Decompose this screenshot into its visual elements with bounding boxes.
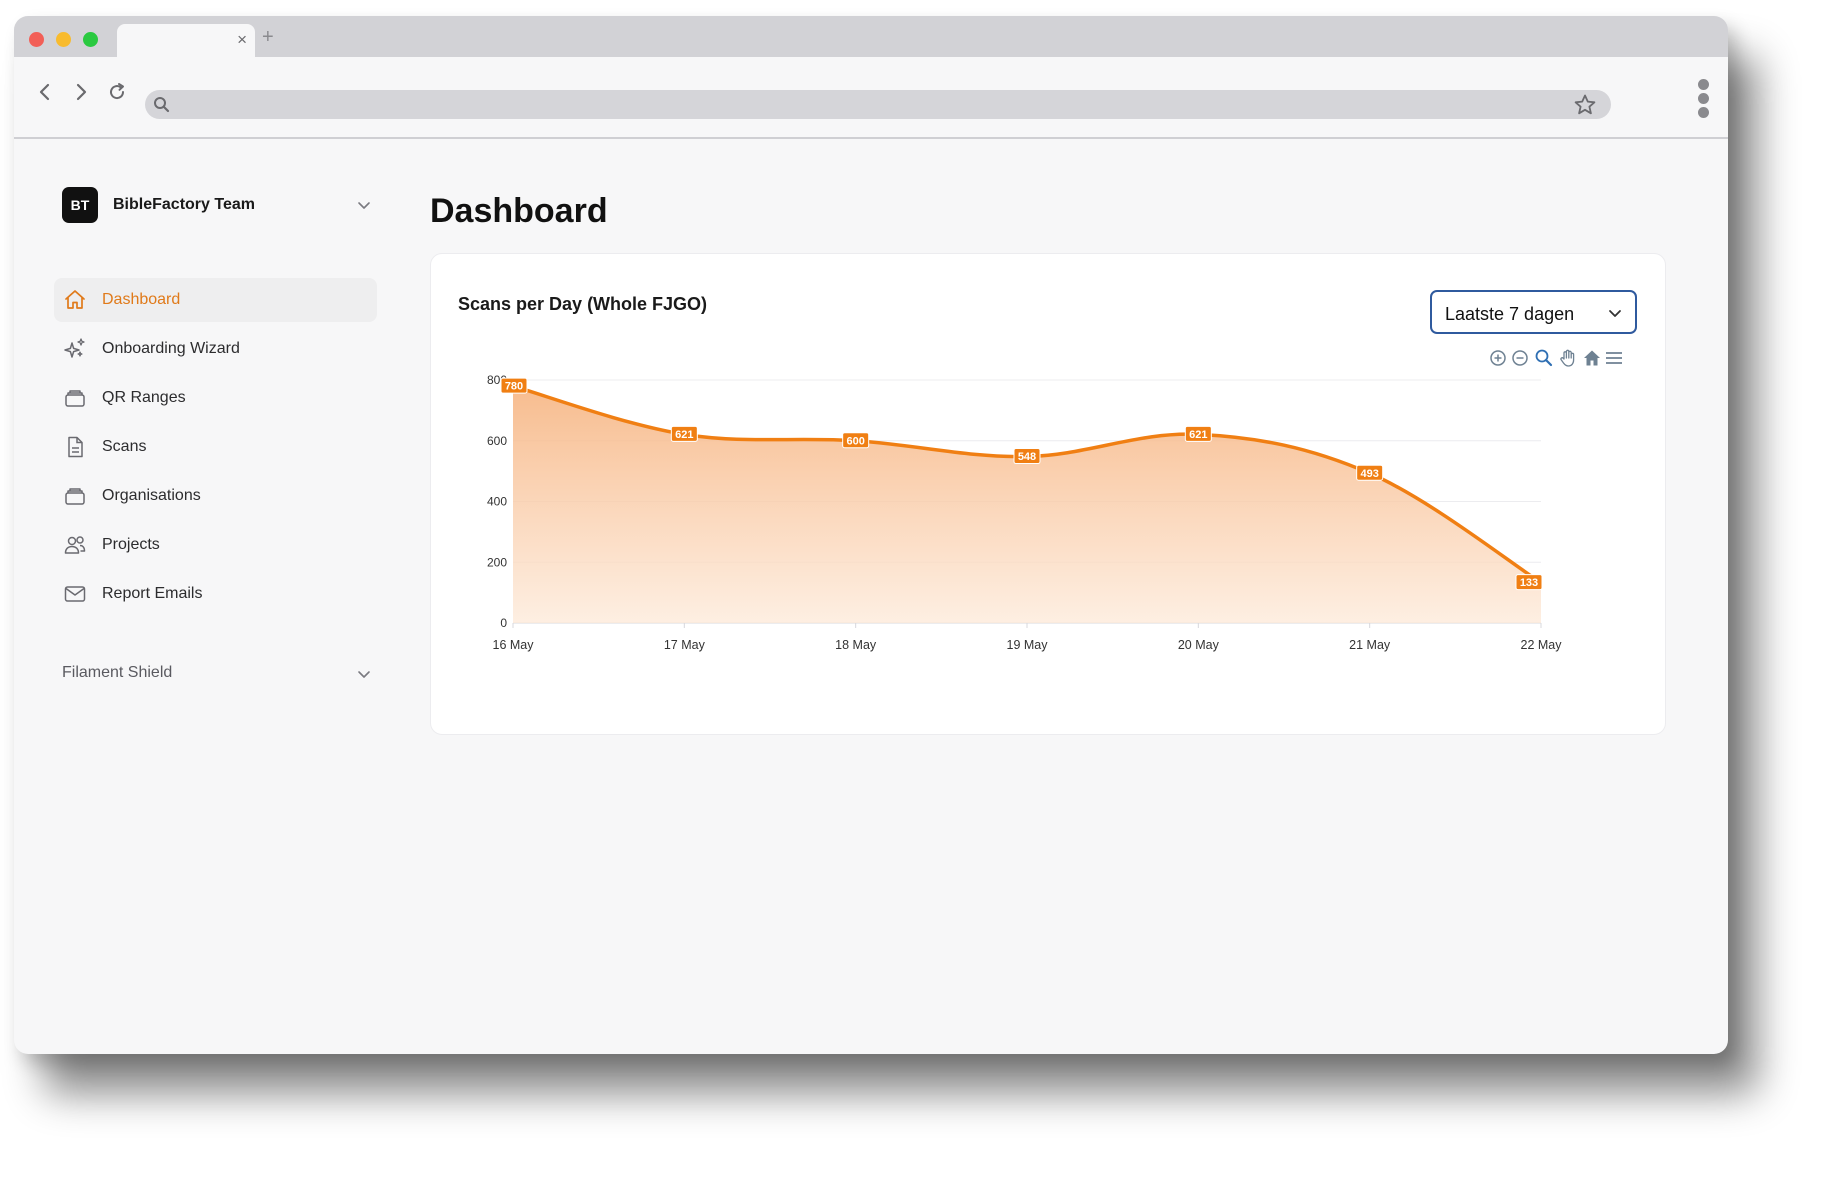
new-tab-button[interactable]: + [262,26,274,49]
data-label-text: 133 [1520,577,1538,589]
sidebar-group-label: Filament Shield [62,664,173,681]
data-label-text: 780 [505,381,523,393]
address-bar[interactable] [145,90,1611,119]
close-window-button[interactable] [29,32,44,47]
chevron-down-icon[interactable] [356,197,372,213]
sidebar-item-label: QR Ranges [102,389,186,406]
browser-window: × + BT BibleFactory Team Dashboard Onboa… [14,16,1728,1054]
x-tick-label: 18 May [835,638,877,652]
y-tick-label: 200 [487,555,507,569]
sidebar-item-label: Organisations [102,487,201,504]
x-tick-label: 19 May [1007,638,1049,652]
minimize-window-button[interactable] [56,32,71,47]
data-label-text: 548 [1018,451,1036,463]
team-avatar: BT [62,187,98,223]
sidebar-item-projects[interactable]: Projects [54,523,377,567]
x-tick-label: 17 May [664,638,706,652]
sidebar-item-qr-ranges[interactable]: QR Ranges [54,376,377,420]
sidebar-item-dashboard[interactable]: Dashboard [54,278,377,322]
data-label-text: 621 [1189,429,1207,441]
sidebar-item-organisations[interactable]: Organisations [54,474,377,518]
data-label-text: 493 [1360,468,1378,480]
envelope-icon [64,586,86,602]
team-switcher[interactable]: BT BibleFactory Team [62,187,372,223]
sidebar-group-filament-shield[interactable]: Filament Shield [62,664,372,688]
browser-toolbar [14,57,1728,139]
sidebar-item-label: Dashboard [102,291,181,308]
data-label-text: 600 [846,435,864,447]
data-label: 493 [1356,464,1384,481]
x-tick-label: 22 May [1521,638,1563,652]
sidebar-item-label: Scans [102,438,147,455]
chevron-down-icon[interactable] [356,666,372,682]
browser-tab[interactable]: × [117,24,255,58]
reload-icon[interactable] [106,81,128,103]
stack-icon [65,488,85,505]
data-label: 548 [1013,448,1041,465]
page-title: Dashboard [430,192,608,230]
scans-area-chart: 020040060080016 May 17 May 18 May 19 May 20 … [487,373,1563,652]
stack-icon [65,390,85,407]
bookmark-star-icon[interactable] [1573,93,1597,117]
document-icon [68,436,83,458]
area-fill [513,386,1541,623]
data-label: 621 [670,425,698,442]
data-label: 133 [1515,574,1543,591]
sidebar-nav: Dashboard Onboarding Wizard QR Ranges Sc… [54,278,377,621]
y-tick-label: 600 [487,434,507,448]
x-tick-label: 16 May [493,638,535,652]
sidebar-item-report-emails[interactable]: Report Emails [54,572,377,616]
data-label: 621 [1184,425,1212,442]
sparkles-icon [64,338,85,358]
chart-widget-card: Scans per Day (Whole FJGO) Laatste 7 dag… [430,253,1666,735]
sidebar-item-label: Report Emails [102,585,203,602]
data-label-text: 621 [675,429,693,441]
team-name: BibleFactory Team [113,196,255,213]
sidebar-item-label: Onboarding Wizard [102,340,240,357]
y-tick-label: 400 [487,495,507,509]
zoom-window-button[interactable] [83,32,98,47]
data-label: 600 [842,432,870,449]
back-arrow-icon[interactable] [34,81,56,103]
y-tick-label: 0 [500,616,507,630]
users-icon [64,536,86,554]
home-icon [65,290,85,309]
browser-titlebar: × + [14,16,1728,58]
sidebar-item-scans[interactable]: Scans [54,425,377,469]
data-label: 780 [500,377,528,394]
browser-menu-icon[interactable] [1698,79,1709,121]
x-tick-label: 21 May [1349,638,1391,652]
tab-close-icon[interactable]: × [237,30,247,50]
search-icon [154,97,170,113]
x-tick-label: 20 May [1178,638,1220,652]
forward-arrow-icon[interactable] [70,81,92,103]
sidebar-item-label: Projects [102,536,160,553]
sidebar-item-onboarding-wizard[interactable]: Onboarding Wizard [54,327,377,371]
